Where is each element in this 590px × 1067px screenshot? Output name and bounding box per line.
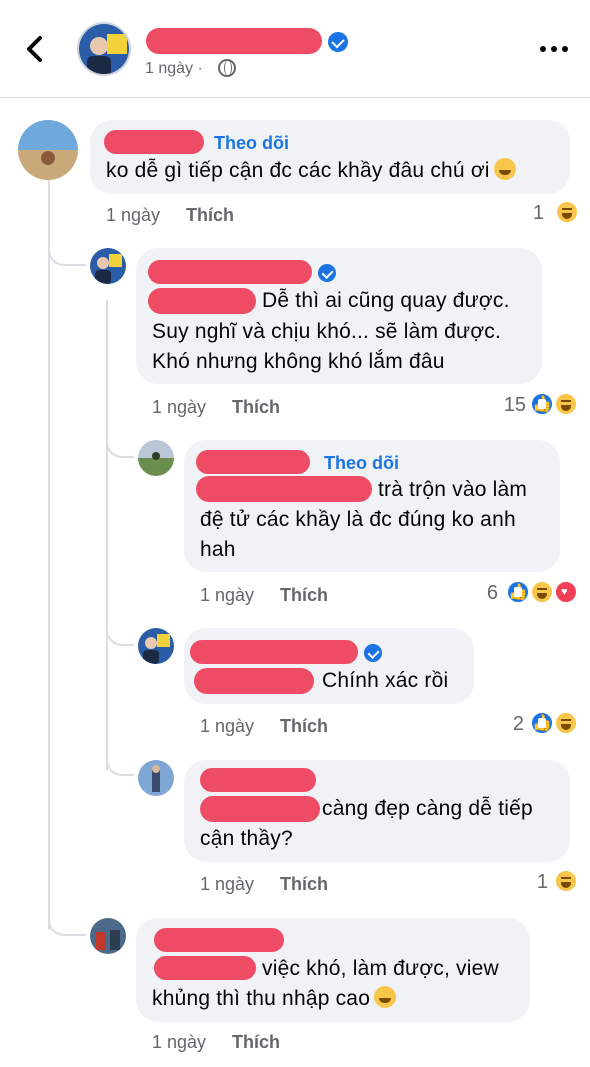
- haha-reaction-icon: [554, 869, 578, 893]
- redacted-commenter-name[interactable]: [148, 260, 312, 284]
- comment-time: 1 ngày: [200, 716, 255, 736]
- redacted-mention[interactable]: [148, 288, 256, 314]
- redacted-mention[interactable]: [194, 668, 314, 694]
- comment-text: trà trộn vào làm: [378, 478, 528, 501]
- follow-link[interactable]: Theo dõi: [324, 453, 399, 474]
- back-arrow-icon[interactable]: [20, 32, 50, 66]
- comment-meta: 1 ngày Thích: [106, 205, 234, 226]
- redacted-commenter-name[interactable]: [200, 768, 316, 792]
- comment-meta: 1 ngày Thích: [200, 874, 328, 895]
- comment-text: càng đẹp càng dễ tiếp: [322, 797, 533, 820]
- haha-reaction-icon: [555, 200, 579, 224]
- verified-badge-icon: [364, 644, 382, 662]
- comment-text: ko dễ gì tiếp cận đc các khầy đâu chú ơi: [106, 156, 516, 186]
- like-button[interactable]: Thích: [280, 716, 328, 736]
- more-options-icon[interactable]: [540, 46, 568, 52]
- redacted-mention[interactable]: [154, 956, 256, 980]
- haha-reaction-icon: [554, 711, 578, 735]
- commenter-avatar[interactable]: [138, 760, 174, 796]
- author-reply-avatar[interactable]: [90, 248, 126, 284]
- reaction-count[interactable]: 1: [520, 202, 544, 225]
- reaction-count[interactable]: 15: [486, 394, 526, 417]
- comment-time: 1 ngày: [106, 205, 161, 225]
- commenter-avatar[interactable]: [18, 120, 78, 180]
- comment-meta: 1 ngày Thích: [152, 1032, 280, 1053]
- thread-line: [48, 170, 50, 930]
- comment-meta: 1 ngày Thích: [200, 716, 328, 737]
- author-avatar[interactable]: [77, 22, 131, 76]
- comment-meta: 1 ngày Thích: [152, 397, 280, 418]
- comment-text: việc khó, làm được, view: [262, 957, 499, 980]
- reaction-count[interactable]: 1: [524, 871, 548, 894]
- like-button[interactable]: Thích: [280, 874, 328, 894]
- verified-badge-icon: [318, 264, 336, 282]
- reaction-count[interactable]: 2: [500, 713, 524, 736]
- redacted-commenter-name[interactable]: [196, 450, 310, 474]
- like-reaction-icon: [506, 580, 530, 604]
- haha-reaction-icon: [554, 392, 578, 416]
- redacted-mention[interactable]: [196, 476, 372, 502]
- redacted-commenter-name[interactable]: [190, 640, 358, 664]
- like-button[interactable]: Thích: [232, 397, 280, 417]
- thread-connector: [106, 616, 134, 646]
- globe-icon: [218, 59, 236, 77]
- comment-text: hah: [200, 538, 236, 561]
- laugh-tears-emoji: [493, 158, 516, 180]
- post-header: 1 ngày ·: [0, 0, 590, 98]
- like-reaction-icon: [530, 392, 554, 416]
- comment-text: đệ tử các khầy là đc đúng ko anh: [200, 508, 516, 531]
- like-button[interactable]: Thích: [186, 205, 234, 225]
- haha-reaction-icon: [530, 580, 554, 604]
- comment-text: khủng thì thu nhập cao: [152, 984, 397, 1014]
- comment-time: 1 ngày: [152, 1032, 207, 1052]
- thread-connector: [106, 746, 134, 776]
- comment-time: 1 ngày: [200, 874, 255, 894]
- redacted-author-name[interactable]: [146, 28, 322, 54]
- comment-text: cận thầy?: [200, 827, 293, 850]
- thread-line: [106, 300, 108, 770]
- comment-text: Dễ thì ai cũng quay được.: [262, 289, 510, 312]
- thread-connector: [48, 236, 86, 266]
- grin-emoji: [374, 986, 397, 1008]
- comment-text: Khó nhưng không khó lắm đâu: [152, 350, 445, 373]
- thread-connector: [106, 428, 134, 458]
- author-reply-avatar[interactable]: [138, 628, 174, 664]
- redacted-mention[interactable]: [200, 796, 320, 822]
- comment-text: Chính xác rồi: [322, 669, 449, 692]
- post-time: 1 ngày ·: [145, 60, 203, 77]
- follow-link[interactable]: Theo dõi: [214, 133, 289, 154]
- like-reaction-icon: [530, 711, 554, 735]
- commenter-avatar[interactable]: [90, 918, 126, 954]
- comment-meta: 1 ngày Thích: [200, 585, 328, 606]
- comment-text: Suy nghĩ và chịu khó... sẽ làm được.: [152, 320, 502, 343]
- like-button[interactable]: Thích: [232, 1032, 280, 1052]
- redacted-commenter-name[interactable]: [104, 130, 204, 154]
- reaction-count[interactable]: 6: [472, 582, 498, 605]
- like-button[interactable]: Thích: [280, 585, 328, 605]
- love-reaction-icon: ♥: [554, 580, 578, 604]
- thread-connector: [48, 906, 86, 936]
- redacted-commenter-name[interactable]: [154, 928, 284, 952]
- commenter-avatar[interactable]: [138, 440, 174, 476]
- verified-badge-icon: [328, 32, 348, 52]
- comment-time: 1 ngày: [200, 585, 255, 605]
- comment-time: 1 ngày: [152, 397, 207, 417]
